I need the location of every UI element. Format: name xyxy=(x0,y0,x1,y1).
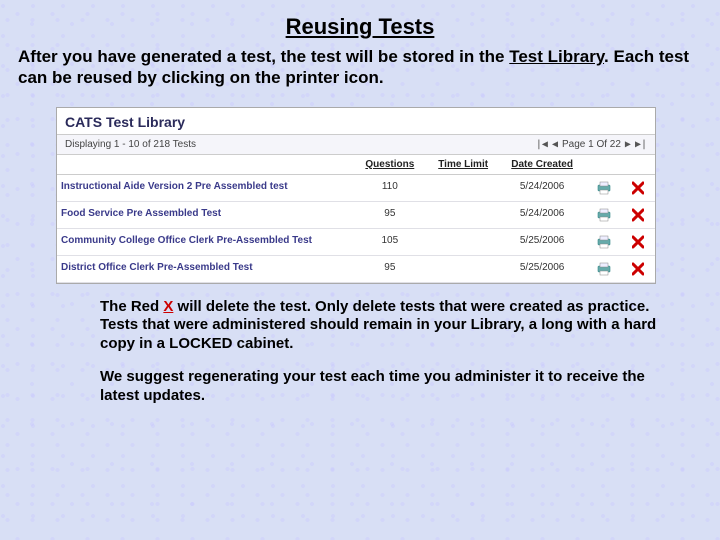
delete-icon[interactable] xyxy=(621,255,655,282)
col-questions[interactable]: Questions xyxy=(350,155,429,175)
prev-page-icon[interactable]: ◀ xyxy=(552,139,558,150)
printer-icon[interactable] xyxy=(587,255,621,282)
first-page-icon[interactable]: |◀ xyxy=(536,139,548,150)
test-questions: 95 xyxy=(350,255,429,282)
test-time xyxy=(429,201,497,228)
col-date[interactable]: Date Created xyxy=(497,155,587,175)
display-count: Displaying 1 - 10 of 218 Tests xyxy=(65,139,196,150)
test-date: 5/25/2006 xyxy=(497,228,587,255)
table-row: Community College Office Clerk Pre-Assem… xyxy=(57,228,655,255)
body2: We suggest regenerating your test each t… xyxy=(100,368,660,406)
last-page-icon[interactable]: ▶| xyxy=(635,139,647,150)
table-row: Instructional Aide Version 2 Pre Assembl… xyxy=(57,174,655,201)
page-title: Reusing Tests xyxy=(0,0,720,40)
test-name[interactable]: Community College Office Clerk Pre-Assem… xyxy=(57,228,350,255)
delete-icon[interactable] xyxy=(621,228,655,255)
delete-icon[interactable] xyxy=(621,174,655,201)
table-row: District Office Clerk Pre-Assembled Test… xyxy=(57,255,655,282)
body1-x: X xyxy=(163,298,173,315)
test-date: 5/25/2006 xyxy=(497,255,587,282)
test-name[interactable]: Instructional Aide Version 2 Pre Assembl… xyxy=(57,174,350,201)
delete-icon[interactable] xyxy=(621,201,655,228)
printer-icon[interactable] xyxy=(587,228,621,255)
col-print xyxy=(587,155,621,175)
test-name[interactable]: District Office Clerk Pre-Assembled Test xyxy=(57,255,350,282)
test-date: 5/24/2006 xyxy=(497,201,587,228)
test-questions: 95 xyxy=(350,201,429,228)
tests-table: Questions Time Limit Date Created Instru… xyxy=(57,155,655,283)
next-page-icon[interactable]: ▶ xyxy=(625,139,631,150)
page-text: Page 1 Of 22 xyxy=(562,139,621,150)
test-name[interactable]: Food Service Pre Assembled Test xyxy=(57,201,350,228)
col-delete xyxy=(621,155,655,175)
intro-pre: After you have generated a test, the tes… xyxy=(18,47,509,66)
body1-post: will delete the test. Only delete tests … xyxy=(100,298,656,353)
col-time[interactable]: Time Limit xyxy=(429,155,497,175)
table-row: Food Service Pre Assembled Test95 5/24/20… xyxy=(57,201,655,228)
intro-text: After you have generated a test, the tes… xyxy=(0,40,720,89)
pager: |◀ ◀ Page 1 Of 22 ▶ ▶| xyxy=(536,139,647,150)
body1-pre: The Red xyxy=(100,298,163,315)
body-text: The Red X will delete the test. Only del… xyxy=(0,284,720,406)
library-screenshot: CATS Test Library Displaying 1 - 10 of 2… xyxy=(56,107,656,284)
pager-row: Displaying 1 - 10 of 218 Tests |◀ ◀ Page… xyxy=(57,135,655,155)
test-questions: 105 xyxy=(350,228,429,255)
printer-icon[interactable] xyxy=(587,174,621,201)
test-questions: 110 xyxy=(350,174,429,201)
test-time xyxy=(429,255,497,282)
printer-icon[interactable] xyxy=(587,201,621,228)
test-date: 5/24/2006 xyxy=(497,174,587,201)
intro-link: Test Library xyxy=(509,47,604,66)
test-time xyxy=(429,174,497,201)
col-name xyxy=(57,155,350,175)
library-heading: CATS Test Library xyxy=(57,108,655,135)
test-time xyxy=(429,228,497,255)
